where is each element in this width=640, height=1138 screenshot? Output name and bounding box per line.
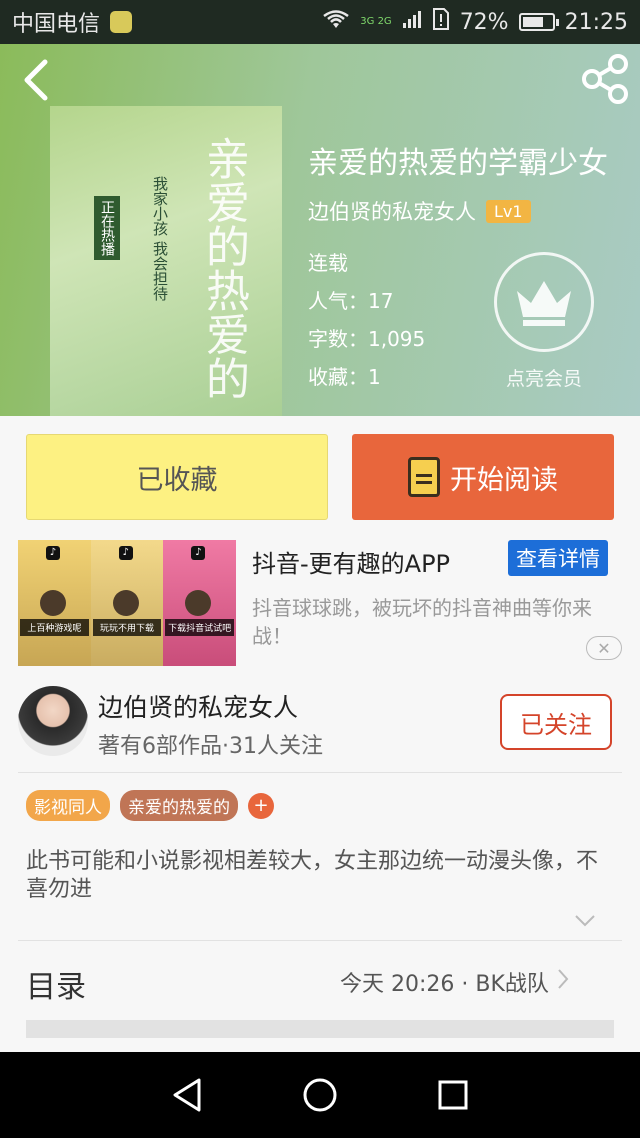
collected-button[interactable]: 已收藏 [26, 434, 328, 520]
close-icon[interactable]: ✕ [586, 636, 622, 660]
start-reading-button[interactable]: 开始阅读 [352, 434, 614, 520]
nav-home-icon[interactable] [300, 1075, 340, 1115]
book-title: 亲爱的热爱的学霸少女 [308, 146, 608, 181]
tag-item[interactable]: 影视同人 [26, 790, 110, 821]
tiktok-icon: ♪ [191, 546, 206, 560]
ad-thumb: ♪ 玩玩不用下载 [90, 540, 164, 666]
book-description: 此书可能和小说影视相差较大，女主那边统一动漫头像，不喜勿进 [26, 849, 599, 902]
content-placeholder [26, 1020, 614, 1038]
nav-back-icon[interactable] [167, 1075, 207, 1115]
chevron-right-icon [557, 968, 569, 996]
serial-status: 连载 [308, 251, 348, 275]
level-badge: Lv1 [486, 199, 531, 223]
game-ball [185, 590, 212, 616]
cover-tag-art: 正在热播 [94, 196, 120, 260]
signal-icon [402, 9, 422, 35]
tag-list: 影视同人 亲爱的热爱的 + [26, 790, 274, 821]
ad-caption: 上百种游戏呢 [20, 619, 89, 636]
book-author[interactable]: 边伯贤的私宠女人 [308, 196, 476, 226]
ad-image[interactable]: ♪ 上百种游戏呢 ♪ 玩玩不用下载 ♪ 下载抖音试试吧 [18, 540, 237, 666]
ad-title[interactable]: 抖音-更有趣的APP [252, 544, 450, 579]
ad-thumb: ♪ 上百种游戏呢 [18, 540, 91, 666]
add-tag-button[interactable]: + [248, 792, 274, 819]
book-cover[interactable]: 亲爱的热爱的 我家小孩 我会担待 正在热播 [50, 106, 282, 416]
divider [18, 940, 622, 941]
author-card[interactable]: 边伯贤的私宠女人 著有6部作品·31人关注 已关注 [0, 680, 640, 770]
toc-label: 目录 [26, 970, 86, 1005]
word-count: 字数：1,095 [308, 327, 426, 351]
game-ball [40, 590, 66, 616]
wifi-icon [322, 9, 350, 35]
favorite-count: 收藏：1 [308, 365, 381, 389]
latest-update-text: 今天 20:26 · BK战队 [340, 972, 549, 997]
tag-item[interactable]: 亲爱的热爱的 [120, 790, 238, 821]
nav-recents-icon[interactable] [433, 1075, 473, 1115]
ad-description: 抖音球球跳，被玩坏的抖音神曲等你来战！ [252, 596, 592, 648]
ad-caption: 下载抖音试试吧 [165, 619, 235, 636]
battery-icon [518, 13, 559, 31]
network-type: 3G 2G [360, 16, 392, 27]
book-header: 亲爱的热爱的 我家小孩 我会担待 正在热播 亲爱的热爱的学霸少女 边伯贤的私宠女… [0, 44, 640, 416]
status-bar: 中国电信 3G 2G 72% 21:25 [0, 0, 640, 44]
crown-icon[interactable] [494, 252, 594, 352]
share-icon[interactable] [578, 52, 632, 106]
start-reading-label: 开始阅读 [450, 464, 558, 496]
tiktok-icon: ♪ [46, 546, 60, 560]
tiktok-icon: ♪ [118, 546, 133, 560]
popularity: 人气：17 [308, 289, 394, 313]
author-name[interactable]: 边伯贤的私宠女人 [98, 688, 298, 724]
clock: 21:25 [564, 9, 628, 35]
book-stats: 连载 人气：17 字数：1,095 收藏：1 [308, 244, 425, 396]
chevron-down-icon[interactable] [574, 912, 596, 934]
ad-banner[interactable]: ♪ 上百种游戏呢 ♪ 玩玩不用下载 ♪ 下载抖音试试吧 抖音-更有趣的APP 查… [0, 536, 640, 670]
game-ball [112, 590, 139, 616]
avatar[interactable] [18, 686, 88, 756]
divider [18, 772, 622, 773]
system-nav-bar [0, 1052, 640, 1138]
toc-row[interactable]: 目录 今天 20:26 · BK战队 [0, 942, 640, 1022]
author-meta: 著有6部作品·31人关注 [98, 734, 323, 759]
toc-latest-update[interactable]: 今天 20:26 · BK战队 [340, 966, 569, 998]
back-arrow-icon[interactable] [16, 56, 56, 104]
vip-label[interactable]: 点亮会员 [494, 364, 594, 391]
cover-subtitle-art: 我家小孩 我会担待 [151, 176, 169, 301]
book-icon [408, 457, 440, 497]
notification-icon [110, 11, 133, 33]
follow-button[interactable]: 已关注 [500, 694, 612, 750]
ad-caption: 玩玩不用下载 [92, 619, 162, 636]
carrier-name: 中国电信 [12, 12, 101, 37]
ad-detail-button[interactable]: 查看详情 [508, 540, 608, 576]
cover-title-art: 亲爱的热爱的 [198, 136, 249, 400]
sim-alert-icon [432, 8, 450, 36]
ad-thumb: ♪ 下载抖音试试吧 [163, 540, 237, 666]
battery-percent: 72% [459, 9, 509, 35]
